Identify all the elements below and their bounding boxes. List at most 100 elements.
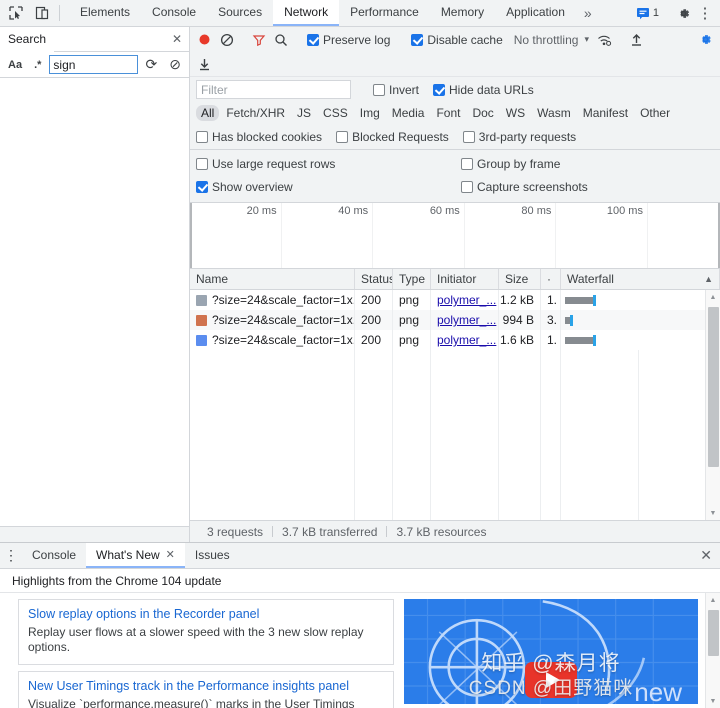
column-header-type[interactable]: Type <box>393 269 431 289</box>
cell-initiator[interactable]: polymer_... <box>431 290 499 310</box>
column-header-initiator[interactable]: Initiator <box>431 269 499 289</box>
table-row[interactable]: ?size=24&scale_factor=1x... 200 png poly… <box>190 330 720 350</box>
scrollbar-track[interactable] <box>706 304 720 506</box>
cell-initiator[interactable]: polymer_... <box>431 310 499 330</box>
throttling-select[interactable]: No throttling <box>510 33 579 47</box>
import-har-icon[interactable] <box>627 30 646 49</box>
scroll-up-icon[interactable]: ▲ <box>710 593 717 607</box>
tab-sources[interactable]: Sources <box>207 0 273 26</box>
cell-initiator[interactable]: polymer_... <box>431 330 499 350</box>
blocked-requests-checkbox[interactable]: Blocked Requests <box>336 130 449 144</box>
table-scrollbar[interactable]: ▲ ▼ <box>705 290 720 520</box>
type-filter-other[interactable]: Other <box>635 105 675 121</box>
card-title[interactable]: Slow replay options in the Recorder pane… <box>28 607 384 623</box>
column-header-size[interactable]: Size <box>499 269 541 289</box>
drawer-tab-whats-new[interactable]: What's New ✕ <box>86 543 185 568</box>
kebab-menu-icon[interactable]: ⋮ <box>695 3 715 23</box>
tab-performance[interactable]: Performance <box>339 0 430 26</box>
search-results-list[interactable] <box>0 78 189 526</box>
clear-requests-icon[interactable] <box>217 30 236 49</box>
youtube-play-button[interactable] <box>525 662 577 698</box>
type-filter-manifest[interactable]: Manifest <box>578 105 633 121</box>
scroll-up-icon[interactable]: ▲ <box>710 290 717 304</box>
type-filter-media[interactable]: Media <box>387 105 430 121</box>
initiator-link[interactable]: polymer_... <box>437 293 496 307</box>
device-toolbar-icon[interactable] <box>32 3 52 23</box>
column-header-time[interactable]: · <box>541 269 561 289</box>
capture-screenshots-checkbox[interactable]: Capture screenshots <box>461 180 588 194</box>
close-icon[interactable]: ✕ <box>165 32 189 46</box>
tab-console[interactable]: Console <box>141 0 207 26</box>
summary-resources: 3.7 kB resources <box>396 524 487 539</box>
whats-new-card[interactable]: New User Timings track in the Performanc… <box>18 671 394 708</box>
more-tabs-icon[interactable]: » <box>576 0 600 26</box>
export-har-icon[interactable] <box>195 55 214 74</box>
cell-name[interactable]: ?size=24&scale_factor=1x... <box>190 310 355 330</box>
drawer-tab-console[interactable]: Console <box>22 543 86 568</box>
network-settings-gear-icon[interactable] <box>696 30 715 49</box>
scrollbar-thumb[interactable] <box>707 307 719 467</box>
cell-name[interactable]: ?size=24&scale_factor=1x... <box>190 290 355 310</box>
network-overview[interactable]: 20 ms 40 ms 60 ms 80 ms 100 ms <box>190 203 720 269</box>
type-filter-doc[interactable]: Doc <box>467 105 498 121</box>
tab-network[interactable]: Network <box>273 0 340 26</box>
disable-cache-label: Disable cache <box>427 32 503 47</box>
search-icon[interactable] <box>271 30 290 49</box>
has-blocked-cookies-checkbox[interactable]: Has blocked cookies <box>196 130 322 144</box>
regex-icon[interactable]: .* <box>30 57 45 73</box>
drawer-close-icon[interactable]: ✕ <box>692 543 720 568</box>
table-body[interactable]: ?size=24&scale_factor=1x... 200 png poly… <box>190 290 720 520</box>
search-input[interactable] <box>49 55 138 74</box>
filter-input[interactable] <box>196 80 351 99</box>
scroll-down-icon[interactable]: ▼ <box>710 694 717 708</box>
cell-name[interactable]: ?size=24&scale_factor=1x... <box>190 330 355 350</box>
tab-application[interactable]: Application <box>495 0 576 26</box>
type-filter-font[interactable]: Font <box>431 105 465 121</box>
tab-elements[interactable]: Elements <box>69 0 141 26</box>
scrollbar-thumb[interactable] <box>707 610 719 656</box>
initiator-link[interactable]: polymer_... <box>437 313 496 327</box>
disable-cache-checkbox[interactable]: Disable cache <box>411 32 503 47</box>
group-by-frame-checkbox[interactable]: Group by frame <box>461 157 560 171</box>
gear-icon[interactable] <box>673 3 693 23</box>
type-filter-js[interactable]: JS <box>292 105 316 121</box>
column-header-status[interactable]: Status <box>355 269 393 289</box>
record-button[interactable] <box>195 30 214 49</box>
type-filter-fetch-xhr[interactable]: Fetch/XHR <box>221 105 290 121</box>
hide-data-urls-checkbox[interactable]: Hide data URLs <box>433 83 534 97</box>
overview-left-handle[interactable] <box>190 203 192 268</box>
use-large-request-rows-checkbox[interactable]: Use large request rows <box>196 157 461 171</box>
drawer-tab-issues[interactable]: Issues <box>185 543 240 568</box>
type-filter-all[interactable]: All <box>196 105 220 121</box>
third-party-requests-checkbox[interactable]: 3rd-party requests <box>462 130 576 144</box>
type-filter-css[interactable]: CSS <box>318 105 353 121</box>
drawer-kebab-icon[interactable]: ⋮ <box>0 543 22 568</box>
table-row[interactable]: ?size=24&scale_factor=1x... 200 png poly… <box>190 310 720 330</box>
close-tab-icon[interactable]: ✕ <box>166 548 175 561</box>
preserve-log-checkbox[interactable]: Preserve log <box>307 33 390 47</box>
chevron-down-icon[interactable]: ▾ <box>581 34 592 45</box>
type-filter-img[interactable]: Img <box>355 105 385 121</box>
inspect-element-icon[interactable] <box>6 3 26 23</box>
table-row[interactable]: ?size=24&scale_factor=1x... 200 png poly… <box>190 290 720 310</box>
whats-new-card[interactable]: Slow replay options in the Recorder pane… <box>18 599 394 666</box>
show-overview-checkbox[interactable]: Show overview <box>196 180 461 194</box>
filter-icon[interactable] <box>249 30 268 49</box>
type-filter-wasm[interactable]: Wasm <box>532 105 576 121</box>
match-case-icon[interactable]: Aa <box>4 57 26 73</box>
invert-checkbox[interactable]: Invert <box>373 83 419 97</box>
tab-memory[interactable]: Memory <box>430 0 495 26</box>
scrollbar-track[interactable] <box>706 607 720 694</box>
clear-search-icon[interactable]: ⊘ <box>165 54 185 75</box>
column-header-name[interactable]: Name <box>190 269 355 289</box>
video-thumbnail[interactable]: new 知乎 @森月将 CSDN @田野猫咪 <box>404 599 698 704</box>
column-header-waterfall[interactable]: Waterfall ▲ <box>561 269 720 289</box>
network-conditions-icon[interactable] <box>595 30 614 49</box>
initiator-link[interactable]: polymer_... <box>437 333 496 347</box>
type-filter-ws[interactable]: WS <box>501 105 530 121</box>
card-title[interactable]: New User Timings track in the Performanc… <box>28 679 384 695</box>
scroll-down-icon[interactable]: ▼ <box>710 506 717 520</box>
issues-badge[interactable]: 1 <box>633 5 662 21</box>
drawer-scrollbar[interactable]: ▲ ▼ <box>705 593 720 708</box>
refresh-icon[interactable]: ⟳ <box>142 54 162 75</box>
